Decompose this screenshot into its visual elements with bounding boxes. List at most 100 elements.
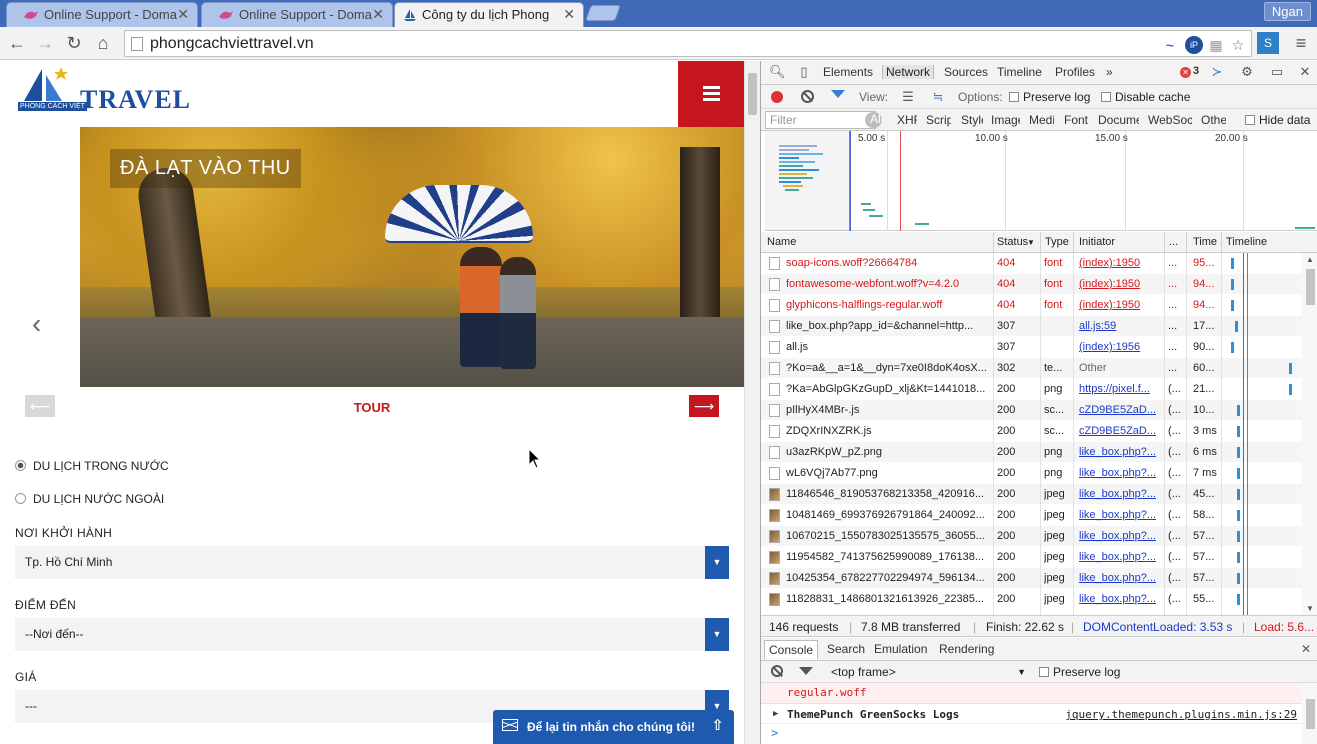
scrollbar-thumb[interactable] — [748, 73, 757, 115]
request-initiator[interactable]: like_box.php?... — [1079, 488, 1161, 500]
console-prompt[interactable]: > — [771, 726, 778, 740]
error-count-badge[interactable]: ✕ 3 — [1180, 65, 1199, 78]
scroll-down-icon[interactable]: ▼ — [1306, 604, 1314, 613]
type-filter-websockets[interactable]: WebSockets — [1148, 113, 1192, 127]
col-status[interactable]: Status — [997, 236, 1028, 248]
dropdown-caret-icon[interactable]: ▼ — [705, 546, 729, 579]
request-initiator[interactable]: cZD9BE5ZaD... — [1079, 404, 1161, 416]
close-drawer-icon[interactable]: ✕ — [1301, 642, 1311, 656]
column-divider[interactable] — [1164, 232, 1165, 253]
extension-ip-icon[interactable]: iP — [1185, 36, 1203, 54]
destination-select[interactable]: --Nơi đến-- ▼ — [15, 618, 729, 651]
console-preserve-log-checkbox[interactable]: Preserve log — [1039, 665, 1120, 679]
page-scrollbar[interactable] — [744, 61, 760, 744]
type-filter-scripts[interactable]: Scripts — [926, 113, 951, 127]
type-filter-xhr[interactable]: XHR — [897, 113, 917, 127]
col-name[interactable]: Name — [767, 236, 796, 248]
preserve-log-checkbox[interactable]: Preserve log — [1009, 90, 1090, 104]
disable-cache-checkbox[interactable]: Disable cache — [1101, 90, 1190, 104]
drawer-tab-emulation[interactable]: Emulation — [874, 642, 927, 656]
scrollbar-thumb[interactable] — [1306, 699, 1315, 729]
close-tab-icon[interactable]: ✕ — [177, 6, 189, 23]
console-drawer-icon[interactable]: ≻ — [1209, 64, 1225, 80]
drawer-tab-rendering[interactable]: Rendering — [939, 642, 994, 656]
request-initiator[interactable]: (index):1950 — [1079, 278, 1161, 290]
column-divider[interactable] — [1040, 232, 1041, 253]
address-bar[interactable]: phongcachviettravel.vn ~ iP ▦ ☆ — [124, 30, 1252, 57]
type-filter-documents[interactable]: Documents — [1098, 113, 1139, 127]
chat-widget[interactable]: Để lại tin nhắn cho chúng tôi! ⇧ — [493, 710, 734, 744]
type-filter-fonts[interactable]: Fonts — [1064, 113, 1088, 127]
dock-side-icon[interactable]: ▭ — [1269, 64, 1285, 80]
browser-tab-1[interactable]: Online Support - Doma ✕ — [6, 2, 198, 27]
network-overview[interactable]: 5.00 s 10.00 s 15.00 s 20.00 s — [765, 131, 1317, 231]
record-icon[interactable] — [771, 91, 783, 103]
departure-select[interactable]: Tp. Hồ Chí Minh ▼ — [15, 546, 729, 579]
drawer-tab-console[interactable]: Console — [764, 640, 819, 659]
request-initiator[interactable]: like_box.php?... — [1079, 509, 1161, 521]
scroll-up-icon[interactable]: ▲ — [1306, 255, 1314, 264]
arrow-up-icon[interactable]: ⇧ — [711, 716, 724, 734]
console-filter-icon[interactable] — [799, 667, 813, 680]
overview-toggle-icon[interactable]: ≒ — [930, 89, 946, 105]
request-initiator[interactable]: (index):1950 — [1079, 257, 1161, 269]
request-initiator[interactable]: like_box.php?... — [1079, 593, 1161, 605]
site-logo[interactable]: TRAVEL PHONG CÁCH VIỆT — [16, 65, 190, 115]
request-initiator[interactable]: https://pixel.f... — [1079, 383, 1161, 395]
requests-scrollbar[interactable]: ▲ ▼ — [1302, 253, 1317, 615]
tab-sources[interactable]: Sources — [944, 65, 988, 79]
request-initiator[interactable]: like_box.php?... — [1079, 572, 1161, 584]
type-filter-media[interactable]: Media — [1029, 113, 1054, 127]
hamburger-menu-button[interactable] — [678, 61, 744, 127]
slider-prev-icon[interactable]: ‹ — [32, 308, 41, 340]
expand-triangle-icon[interactable]: ▶ — [773, 705, 778, 724]
console-scrollbar[interactable] — [1302, 683, 1317, 744]
column-divider[interactable] — [1221, 232, 1222, 253]
request-initiator[interactable]: (index):1956 — [1079, 341, 1161, 353]
type-filter-styles[interactable]: Styles — [961, 113, 983, 127]
dropdown-caret-icon[interactable]: ▼ — [705, 618, 729, 651]
request-initiator[interactable]: like_box.php?... — [1079, 446, 1161, 458]
request-initiator[interactable]: cZD9BE5ZaD... — [1079, 425, 1161, 437]
more-tabs-icon[interactable]: » — [1106, 65, 1113, 79]
large-rows-icon[interactable]: ☰ — [900, 89, 916, 105]
back-button[interactable]: ← — [5, 31, 29, 55]
col-initiator[interactable]: Initiator — [1079, 236, 1115, 248]
clear-console-icon[interactable] — [771, 665, 783, 677]
home-button[interactable]: ⌂ — [91, 31, 115, 55]
col-size[interactable]: ... — [1169, 236, 1178, 248]
console-log-source-link[interactable]: jquery.themepunch.plugins.min.js:29 — [1065, 705, 1297, 724]
device-mode-icon[interactable]: ▯ — [796, 64, 812, 80]
close-tab-icon[interactable]: ✕ — [563, 6, 575, 23]
close-devtools-icon[interactable]: ✕ — [1297, 64, 1313, 80]
col-type[interactable]: Type — [1045, 236, 1069, 248]
filter-icon[interactable] — [831, 90, 845, 103]
reload-button[interactable]: ↻ — [62, 31, 86, 55]
type-filter-all[interactable]: All — [865, 112, 882, 128]
frame-select[interactable]: <top frame> ▼ — [831, 665, 1026, 679]
radio-domestic[interactable]: DU LỊCH TRONG NƯỚC — [15, 459, 169, 473]
scrollbar-thumb[interactable] — [1306, 269, 1315, 305]
tab-profiles[interactable]: Profiles — [1055, 65, 1095, 79]
close-tab-icon[interactable]: ✕ — [372, 6, 384, 23]
filter-input[interactable]: Filter — [765, 111, 876, 129]
request-initiator[interactable]: like_box.php?... — [1079, 530, 1161, 542]
type-filter-other[interactable]: Other — [1201, 113, 1226, 127]
col-time[interactable]: Time — [1193, 236, 1217, 248]
browser-tab-2[interactable]: Online Support - Doma ✕ — [201, 2, 393, 27]
request-initiator[interactable]: like_box.php?... — [1079, 551, 1161, 563]
console-log-message[interactable]: ▶ ThemePunch GreenSocks Logs jquery.them… — [761, 705, 1302, 724]
bookmark-star-icon[interactable]: ☆ — [1229, 36, 1247, 54]
column-divider[interactable] — [993, 232, 994, 253]
request-initiator[interactable]: Other — [1079, 362, 1161, 374]
browser-tab-3[interactable]: Công ty du lịch Phong ✕ — [394, 2, 584, 28]
column-divider[interactable] — [1186, 232, 1187, 253]
col-timeline[interactable]: Timeline — [1226, 236, 1267, 248]
column-divider[interactable] — [1073, 232, 1074, 253]
tour-next-button[interactable]: ⟶ — [689, 395, 719, 417]
radio-international[interactable]: DU LỊCH NƯỚC NGOÀI — [15, 492, 164, 506]
tab-network[interactable]: Network — [882, 65, 935, 79]
settings-gear-icon[interactable]: ⚙ — [1239, 64, 1255, 80]
chrome-menu-icon[interactable]: ≡ — [1289, 31, 1313, 55]
translate-icon[interactable]: ▦ — [1207, 36, 1225, 54]
